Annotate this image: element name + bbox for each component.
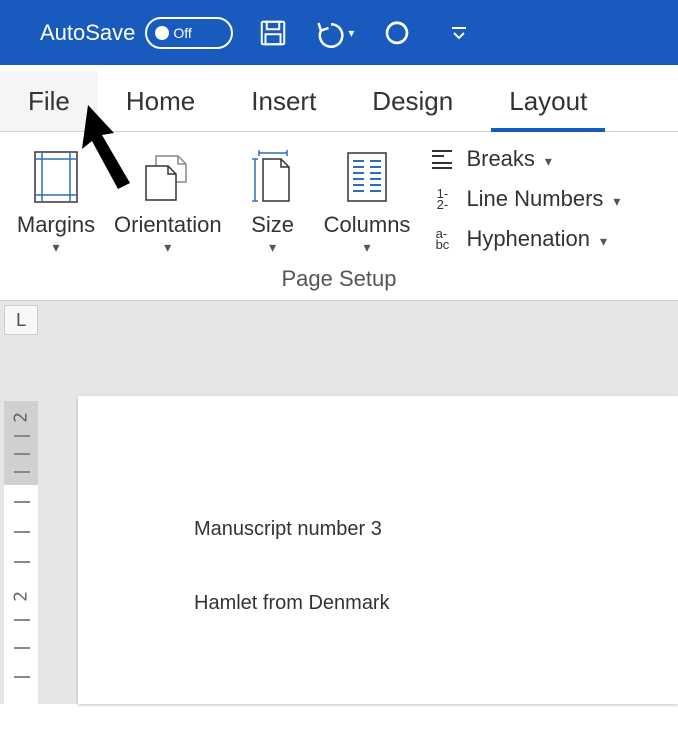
orientation-button[interactable]: Orientation ▾ [108,142,228,258]
customize-icon [449,23,469,43]
chevron-down-icon: ▾ [348,26,354,40]
hyphenation-label: Hyphenation [466,226,590,252]
size-button[interactable]: Size ▾ [234,142,312,258]
line-numbers-button[interactable]: 1-2- Line Numbers ▾ [426,186,620,212]
autosave-toggle-text: Off [173,25,191,41]
undo-button[interactable]: ▾ [313,11,357,55]
tab-design[interactable]: Design [344,71,481,131]
ruler-corner[interactable]: L [4,305,38,335]
tab-layout[interactable]: Layout [481,71,615,131]
columns-icon [344,149,390,205]
save-button[interactable] [251,11,295,55]
tab-file[interactable]: File [0,71,98,131]
margins-icon [31,148,81,206]
ribbon-panel: Margins ▾ Orientation ▾ [0,132,678,301]
orientation-label: Orientation [114,212,222,238]
ribbon-tabs: File Home Insert Design Layout [0,65,678,132]
hyphenation-icon: a-bc [426,228,458,250]
hyphenation-button[interactable]: a-bc Hyphenation ▾ [426,226,620,252]
line-numbers-icon: 1-2- [426,188,458,210]
customize-qat-button[interactable] [437,11,481,55]
chevron-down-icon: ▾ [164,242,171,252]
doc-line-1: Manuscript number 3 [194,518,382,541]
document-page[interactable]: Manuscript number 3 Hamlet from Denmark [78,396,678,704]
title-bar: AutoSave Off ▾ [0,0,678,65]
columns-label: Columns [324,212,411,238]
breaks-label: Breaks [466,146,534,172]
margins-button[interactable]: Margins ▾ [10,142,102,258]
chevron-down-icon: ▾ [269,242,276,252]
chevron-down-icon: ▾ [364,242,371,252]
line-numbers-label: Line Numbers [466,186,603,212]
size-icon [249,147,297,207]
autosave-label: AutoSave [40,20,135,46]
chevron-down-icon: ▾ [545,156,552,166]
autosave-control[interactable]: AutoSave Off [40,17,233,49]
chevron-down-icon: ▾ [613,196,620,206]
save-icon [258,18,288,48]
redo-icon [382,18,412,48]
tab-insert[interactable]: Insert [223,71,344,131]
breaks-icon [426,147,458,171]
chevron-down-icon: ▾ [52,242,59,252]
breaks-button[interactable]: Breaks ▾ [426,146,620,172]
vertical-ruler[interactable]: 2 2 [4,401,38,704]
chevron-down-icon: ▾ [600,236,607,246]
autosave-toggle[interactable]: Off [145,17,233,49]
undo-icon [316,18,346,48]
orientation-icon [138,148,198,206]
tab-home[interactable]: Home [98,71,223,131]
document-workspace: L 2 2 Manuscript number 3 Hamlet from De… [0,301,678,704]
doc-line-2: Hamlet from Denmark [194,592,390,615]
size-label: Size [251,212,294,238]
columns-button[interactable]: Columns ▾ [318,142,417,258]
redo-button[interactable] [375,11,419,55]
margins-label: Margins [17,212,95,238]
toggle-knob-icon [155,26,169,40]
ribbon-group-label: Page Setup [10,266,668,292]
